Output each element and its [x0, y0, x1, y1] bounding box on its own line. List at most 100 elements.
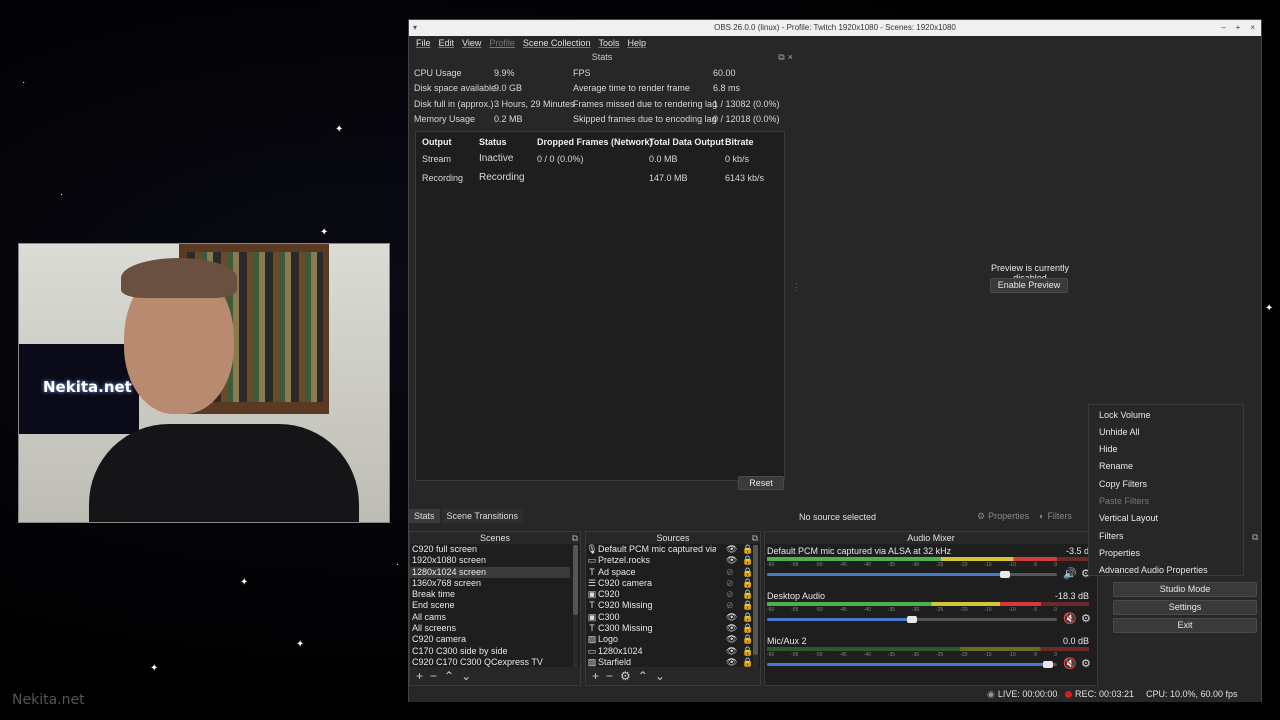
visibility-eye-icon[interactable]: 👁	[726, 544, 737, 555]
sources-scrollbar[interactable]	[753, 545, 758, 667]
source-item[interactable]: T C920 Missing ⊘ 🔒	[586, 600, 760, 611]
source-item[interactable]: ▭ 1280x1024 👁 🔒	[586, 646, 760, 657]
context-menu-item[interactable]: Rename	[1099, 460, 1133, 472]
context-menu-item[interactable]: Paste Filters	[1099, 495, 1149, 507]
muted-speaker-icon[interactable]: 🔇	[1063, 657, 1077, 670]
remove-source-icon[interactable]: −	[606, 669, 613, 683]
filters-button[interactable]: ◐ Filters	[1039, 510, 1072, 522]
reset-button[interactable]: Reset	[738, 476, 784, 490]
title-bar[interactable]: ▾ OBS 26.0.0 (linux) - Profile: Twitch 1…	[409, 20, 1261, 36]
volume-slider[interactable]	[767, 616, 1057, 623]
visibility-eye-icon[interactable]: ⊘	[726, 567, 734, 578]
scene-item[interactable]: Break time	[410, 589, 570, 600]
settings-button[interactable]: Settings	[1113, 600, 1257, 615]
scrollbar-thumb[interactable]	[573, 545, 578, 615]
lock-icon[interactable]: 🔒	[742, 600, 753, 611]
speaker-icon[interactable]: 🔊	[1063, 567, 1077, 580]
muted-speaker-icon[interactable]: 🔇	[1063, 612, 1077, 625]
context-menu-item[interactable]: Filters	[1099, 530, 1124, 542]
menu-file[interactable]: File	[416, 36, 431, 51]
source-item[interactable]: ▣ C920 ⊘ 🔒	[586, 589, 760, 600]
source-item[interactable]: ☰ C920 camera ⊘ 🔒	[586, 578, 760, 589]
visibility-eye-icon[interactable]: 👁	[726, 623, 737, 634]
studio-mode-button[interactable]: Studio Mode	[1113, 582, 1257, 597]
lock-icon[interactable]: 🔒	[742, 646, 753, 657]
move-up-icon[interactable]: ⌃	[638, 669, 648, 683]
float-dock-icon[interactable]: ⧉	[1252, 532, 1258, 543]
menu-view[interactable]: View	[462, 36, 481, 51]
lock-icon[interactable]: 🔒	[742, 623, 753, 634]
gear-icon[interactable]: ⚙	[1081, 657, 1091, 670]
scene-item[interactable]: 1280x1024 screen	[410, 566, 570, 578]
volume-slider[interactable]	[767, 571, 1057, 578]
visibility-eye-icon[interactable]: 👁	[726, 646, 737, 657]
context-menu-item[interactable]: Copy Filters	[1099, 478, 1147, 490]
scene-item[interactable]: All cams	[410, 612, 570, 623]
exit-button[interactable]: Exit	[1113, 618, 1257, 633]
add-scene-icon[interactable]: +	[416, 669, 423, 683]
visibility-eye-icon[interactable]: ⊘	[726, 578, 734, 589]
scene-item[interactable]: All screens	[410, 623, 570, 634]
scene-item[interactable]: End scene	[410, 600, 570, 611]
visibility-eye-icon[interactable]: 👁	[726, 634, 737, 645]
gear-icon[interactable]: ⚙	[1081, 612, 1091, 625]
visibility-eye-icon[interactable]: ⊘	[726, 589, 734, 600]
source-item[interactable]: T C300 Missing 👁 🔒	[586, 623, 760, 634]
menu-profile[interactable]: Profile	[489, 36, 515, 51]
lock-icon[interactable]: 🔒	[742, 555, 753, 566]
context-menu-item[interactable]: Properties	[1099, 547, 1140, 559]
scenes-scrollbar[interactable]	[573, 545, 578, 667]
scrollbar-thumb[interactable]	[753, 545, 758, 655]
float-dock-icon[interactable]: ⧉	[752, 532, 758, 544]
tab-stats[interactable]: Stats	[409, 509, 440, 523]
splitter-handle[interactable]: ⋮	[792, 282, 801, 293]
window-menu-icon[interactable]: ▾	[413, 20, 417, 36]
visibility-eye-icon[interactable]: 👁	[726, 555, 737, 566]
source-item[interactable]: ▭ Pretzel.rocks 👁 🔒	[586, 555, 760, 566]
menu-tools[interactable]: Tools	[598, 36, 619, 51]
remove-scene-icon[interactable]: −	[430, 669, 437, 683]
move-down-icon[interactable]: ⌄	[461, 669, 471, 683]
source-item[interactable]: T Ad space ⊘ 🔒	[586, 567, 760, 578]
visibility-eye-icon[interactable]: ⊘	[726, 600, 734, 611]
context-menu-item[interactable]: Vertical Layout	[1099, 512, 1158, 524]
source-item[interactable]: ▣ C300 👁 🔒	[586, 612, 760, 623]
scene-item[interactable]: 1920x1080 screen	[410, 555, 570, 566]
source-item[interactable]: 🎙 Default PCM mic captured via A 👁 🔒	[586, 544, 760, 555]
lock-icon[interactable]: 🔒	[742, 589, 753, 600]
context-menu-item[interactable]: Advanced Audio Properties	[1099, 564, 1208, 576]
scene-item[interactable]: C170 C300 side by side	[410, 646, 570, 657]
context-menu-item[interactable]: Hide	[1099, 443, 1118, 455]
context-menu-item[interactable]: Unhide All	[1099, 426, 1140, 438]
float-dock-icon[interactable]: ⧉	[778, 51, 784, 63]
scene-item[interactable]: C920 camera	[410, 634, 570, 645]
move-down-icon[interactable]: ⌄	[655, 669, 665, 683]
properties-button[interactable]: ⚙ Properties	[977, 510, 1029, 522]
source-item[interactable]: ▨ Logo 👁 🔒	[586, 634, 760, 645]
tab-scene-transitions[interactable]: Scene Transitions	[441, 509, 524, 523]
slider-handle[interactable]	[907, 616, 917, 623]
enable-preview-button[interactable]: Enable Preview	[990, 278, 1068, 293]
lock-icon[interactable]: 🔒	[742, 634, 753, 645]
close-button[interactable]: ×	[1250, 20, 1255, 36]
lock-icon[interactable]: 🔒	[742, 544, 753, 555]
maximize-button[interactable]: +	[1236, 20, 1241, 36]
slider-handle[interactable]	[1043, 661, 1054, 668]
visibility-eye-icon[interactable]: 👁	[726, 612, 737, 623]
lock-icon[interactable]: 🔒	[742, 612, 753, 623]
menu-edit[interactable]: Edit	[439, 36, 455, 51]
context-menu-item[interactable]: Lock Volume	[1099, 409, 1151, 421]
source-properties-icon[interactable]: ⚙	[620, 669, 631, 683]
lock-icon[interactable]: 🔒	[742, 578, 753, 589]
move-up-icon[interactable]: ⌃	[444, 669, 454, 683]
lock-icon[interactable]: 🔒	[742, 567, 753, 578]
float-dock-icon[interactable]: ⧉	[572, 532, 578, 544]
slider-handle[interactable]	[999, 571, 1010, 578]
volume-slider[interactable]	[767, 661, 1057, 668]
scene-item[interactable]: 1360x768 screen	[410, 578, 570, 589]
menu-scene-collection[interactable]: Scene Collection	[523, 36, 591, 51]
menu-help[interactable]: Help	[627, 36, 646, 51]
add-source-icon[interactable]: +	[592, 669, 599, 683]
scene-item[interactable]: C920 full screen	[410, 544, 570, 555]
minimize-button[interactable]: –	[1221, 20, 1225, 36]
